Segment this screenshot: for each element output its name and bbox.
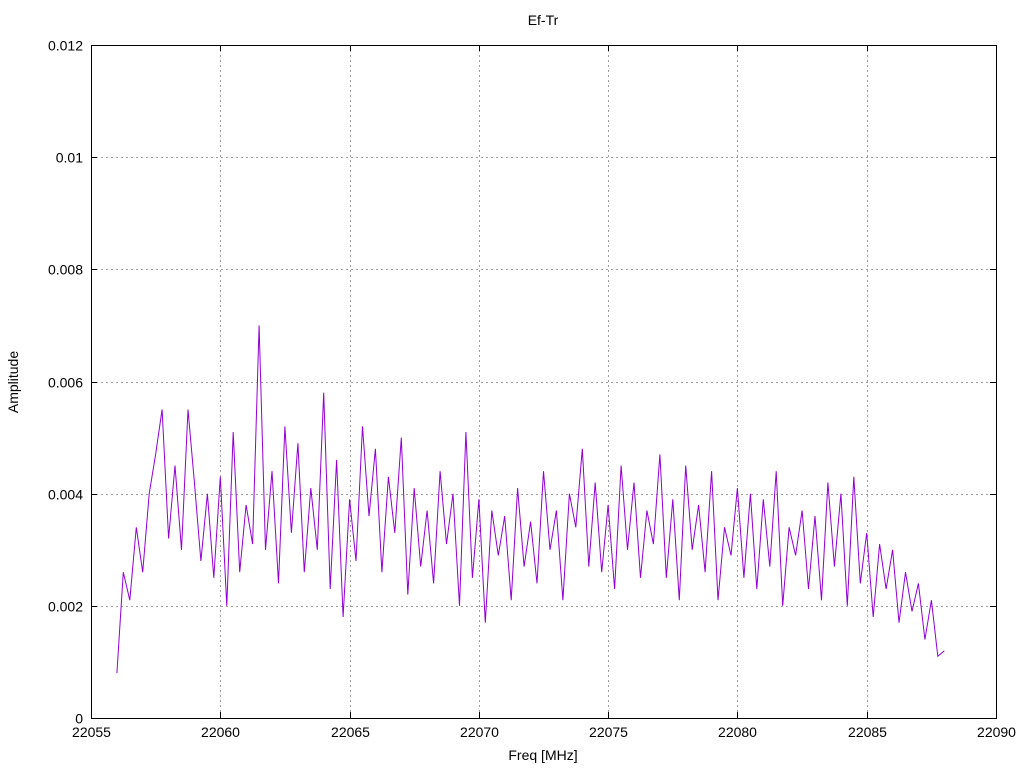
axis-ticks: 22055 22060 22065 22070 22075 22080 22085 22090… [48, 38, 1016, 741]
y-tick-label: 0.01 [56, 150, 83, 166]
y-tick-label: 0.002 [48, 599, 83, 615]
x-tick-label: 22080 [718, 724, 757, 740]
x-tick-label: 22070 [460, 724, 499, 740]
y-tick-label: 0 [75, 711, 83, 727]
x-tick-label: 22090 [977, 724, 1016, 740]
y-axis-label: Amplitude [5, 351, 21, 413]
line-chart: 22055 22060 22065 22070 22075 22080 22085 22090… [5, 12, 1016, 763]
y-tick-label: 0.004 [48, 487, 83, 503]
x-axis-label: Freq [MHz] [508, 747, 577, 763]
x-tick-label: 22075 [589, 724, 628, 740]
y-tick-label: 0.006 [48, 375, 83, 391]
y-tick-label: 0.012 [48, 38, 83, 54]
series-layer [116, 325, 945, 674]
grid [91, 45, 996, 718]
chart-title: Ef-Tr [528, 12, 559, 28]
y-tick-label: 0.008 [48, 262, 83, 278]
x-tick-label: 22065 [331, 724, 370, 740]
x-tick-label: 22085 [848, 724, 887, 740]
x-tick-label: 22060 [201, 724, 240, 740]
series-line [116, 325, 945, 674]
